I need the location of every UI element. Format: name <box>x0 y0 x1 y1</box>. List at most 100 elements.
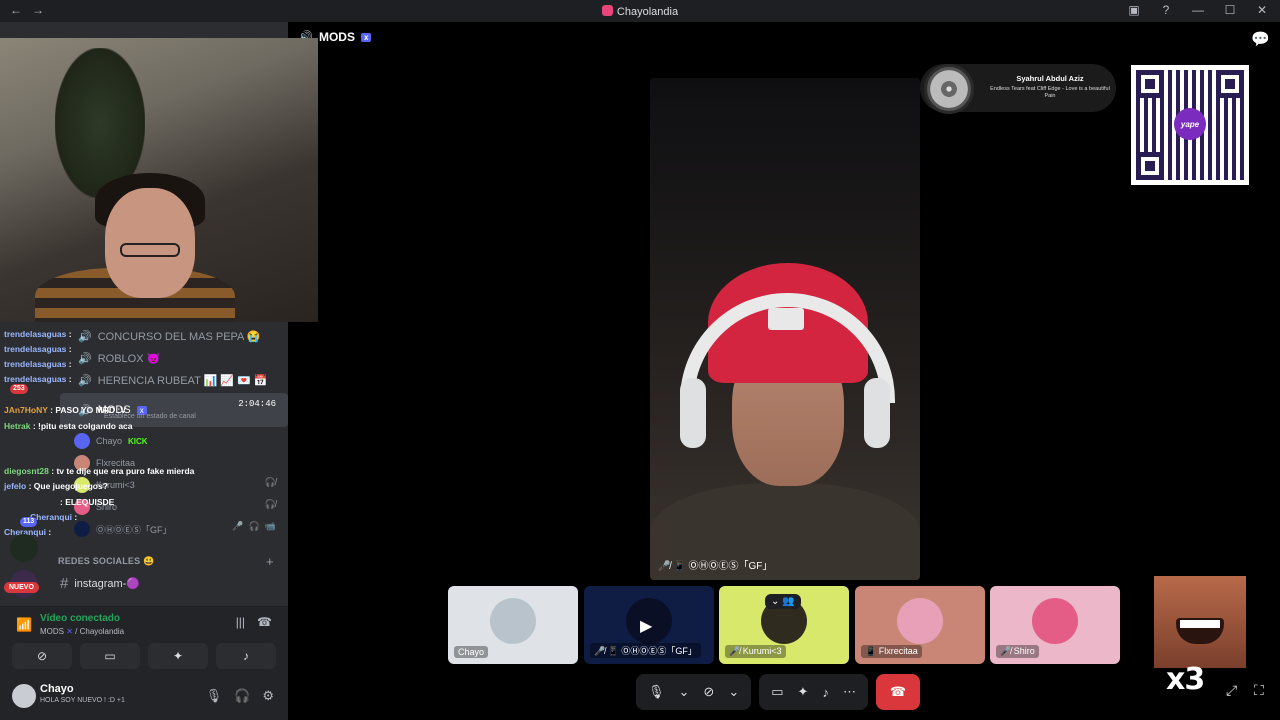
maximize-icon[interactable]: ☐ <box>1222 3 1238 17</box>
fullscreen-icon[interactable]: ⛶ <box>1254 682 1264 699</box>
microphone-icon[interactable]: 🎙 <box>648 684 665 700</box>
help-icon[interactable]: ? <box>1158 3 1174 17</box>
participant-tile-flxrecitaa[interactable]: 📱 Flxrecitaa <box>855 586 985 664</box>
chat-line: JAn7HoNY : PASO YO MRD :V <box>4 403 126 418</box>
soundboard-icon: ♪ <box>243 649 249 663</box>
chat-msg: : <box>48 527 52 537</box>
chat-user: trendelasaguas <box>4 344 67 354</box>
hang-up-icon: ☎ <box>889 684 907 699</box>
chat-user: Hetrak <box>4 421 31 431</box>
add-channel-icon[interactable]: + <box>266 554 274 569</box>
chevron-down-icon[interactable]: ⌄ <box>728 684 739 700</box>
participant-tile-shiro[interactable]: 🎤̸ Shiro <box>990 586 1120 664</box>
chat-msg: : ELEQUISDE <box>60 497 115 507</box>
avatar <box>897 598 943 644</box>
camera-off-icon: ⊘ <box>36 649 48 663</box>
user-name[interactable]: Chayo <box>40 683 74 695</box>
category-redes-sociales[interactable]: REDES SOCIALES 😃 <box>58 556 154 567</box>
disconnect-button[interactable]: ☎ <box>875 674 920 710</box>
headphones-icon[interactable]: 🎧 <box>234 688 250 704</box>
yape-logo: yape <box>1174 108 1206 140</box>
avatar <box>490 598 536 644</box>
chat-msg: : <box>68 329 72 339</box>
qr-finder <box>1136 152 1164 180</box>
participant-tile-chayo[interactable]: Chayo <box>448 586 578 664</box>
camera-off-button[interactable]: ⊘ <box>12 643 72 669</box>
soundboard-button[interactable]: ♪ <box>216 643 276 669</box>
chat-user: trendelasaguas <box>4 359 67 369</box>
headphone-left-cup <box>680 378 706 448</box>
screen-share-button[interactable]: ▭ <box>80 643 140 669</box>
app-logo-icon <box>601 5 613 16</box>
disconnect-icon[interactable]: ☎ <box>257 615 272 629</box>
more-options-icon[interactable]: ⋯ <box>843 684 856 700</box>
microphone-icon[interactable]: 🎙 <box>206 688 223 704</box>
qr-finder <box>1136 70 1164 98</box>
qr-pattern: yape <box>1136 70 1244 180</box>
channel-instagram[interactable]: # instagram-🟣 <box>60 575 140 592</box>
chat-msg: : <box>74 512 78 522</box>
avatar <box>1032 598 1078 644</box>
user-controls: 🎙 🎧 ⚙ <box>206 688 274 704</box>
chevron-down-icon[interactable]: ⌄ <box>679 684 690 700</box>
chat-line: Hetrak : !pitu esta colgando aca <box>4 419 133 434</box>
window-title: Chayolandia <box>0 5 1280 18</box>
signal-icon: 📶 <box>16 617 33 632</box>
voice-status[interactable]: Vídeo conectado <box>40 613 120 624</box>
tile-name: Kurumi<3 <box>742 646 782 656</box>
music-artist: Syahrul Abdul Aziz <box>1016 74 1084 83</box>
screen-share-icon: ▭ <box>104 649 116 663</box>
window-title-text: Chayolandia <box>616 6 679 18</box>
voice-connection-panel: 📶 Vídeo conectado MODS ✕ / Chayolandia |… <box>0 606 288 676</box>
main-video-feed[interactable]: 🎤̸ 📱 ⓄⒽⓄⒺⓈ「GF」 <box>650 78 920 580</box>
avatar[interactable] <box>12 684 36 708</box>
chat-msg: : tv te dije que era puro fake mierda <box>51 466 195 476</box>
glasses-image <box>120 243 180 257</box>
tile-menu-icon[interactable]: ⌄ 👥 <box>765 594 801 609</box>
popout-icon[interactable]: ⤢ <box>1226 682 1237 699</box>
voice-location[interactable]: MODS ✕ / Chayolandia <box>40 627 124 636</box>
chat-user: JAn7HoNY <box>4 405 48 415</box>
noise-suppression-icon[interactable]: ||| <box>236 615 245 629</box>
media-controls: 🎙 ⌄ ⊘ ⌄ <box>636 674 752 710</box>
title-bar: ← → Chayolandia ▣ ? — ☐ ✕ <box>0 0 1280 22</box>
chat-bubble-icon[interactable]: 💬 <box>1251 30 1270 48</box>
server-icon[interactable] <box>10 534 38 562</box>
tile-name-wrap: 🎤̸ 📱 ⓄⒽⓄⒺⓈ「GF」 <box>590 643 701 658</box>
screen-share-icon[interactable]: ▭ <box>771 684 783 700</box>
new-badge: NUEVO <box>4 582 39 593</box>
voice-panel-buttons: ⊘ ▭ ✦ ♪ <box>12 643 276 669</box>
teeth-image <box>1180 620 1220 628</box>
chat-msg: : !pitu esta colgando aca <box>32 421 133 431</box>
call-controls: 🎙 ⌄ ⊘ ⌄ ▭ ✦ ♪ ⋯ ☎ <box>636 674 920 710</box>
camera-off-icon[interactable]: ⊘ <box>703 684 714 700</box>
tile-name-wrap: 🎤̸ Kurumi<3 <box>725 645 786 658</box>
chat-line: trendelasaguas : <box>4 342 72 357</box>
participant-tile-kurumi[interactable]: ⌄ 👥 🎤̸ Kurumi<3 <box>719 586 849 664</box>
voice-channel: MODS <box>40 627 64 636</box>
close-icon[interactable]: ✕ <box>1254 3 1270 17</box>
inbox-icon[interactable]: ▣ <box>1126 3 1142 17</box>
minimize-icon[interactable]: — <box>1190 3 1206 17</box>
chat-msg: : <box>68 359 72 369</box>
user-status: HOLA SOY NUEVO ! :D +1 <box>40 697 125 704</box>
headphone-right-cup <box>864 378 890 448</box>
activities-button[interactable]: ✦ <box>148 643 208 669</box>
main-video-nameplate: 🎤̸ 📱 ⓄⒽⓄⒺⓈ「GF」 <box>658 561 773 572</box>
tile-name: ⓄⒽⓄⒺⓈ「GF」 <box>621 646 697 656</box>
channel-x-tag: x <box>360 32 372 42</box>
channel-label: instagram-🟣 <box>74 578 140 590</box>
chat-user: trendelasaguas <box>4 329 67 339</box>
music-song: Endless Tears feat Cliff Edge - Love is … <box>990 86 1110 99</box>
stage-channel-title: MODS <box>318 30 355 44</box>
participant-tile-ohoes[interactable]: ▶ 🎤̸ 📱 ⓄⒽⓄⒺⓈ「GF」 <box>584 586 714 664</box>
activities-icon: ✦ <box>172 649 184 663</box>
main-participant-name: ⓄⒽⓄⒺⓈ「GF」 <box>688 561 773 572</box>
chat-msg: : PASO YO MRD :V <box>50 405 126 415</box>
chat-line: : ELEQUISDE <box>60 495 114 510</box>
chat-user: diegosnt28 <box>4 466 49 476</box>
settings-gear-icon[interactable]: ⚙ <box>262 688 274 704</box>
activities-icon[interactable]: ✦ <box>798 684 809 700</box>
chat-msg: : <box>68 344 72 354</box>
soundboard-icon[interactable]: ♪ <box>822 685 829 700</box>
